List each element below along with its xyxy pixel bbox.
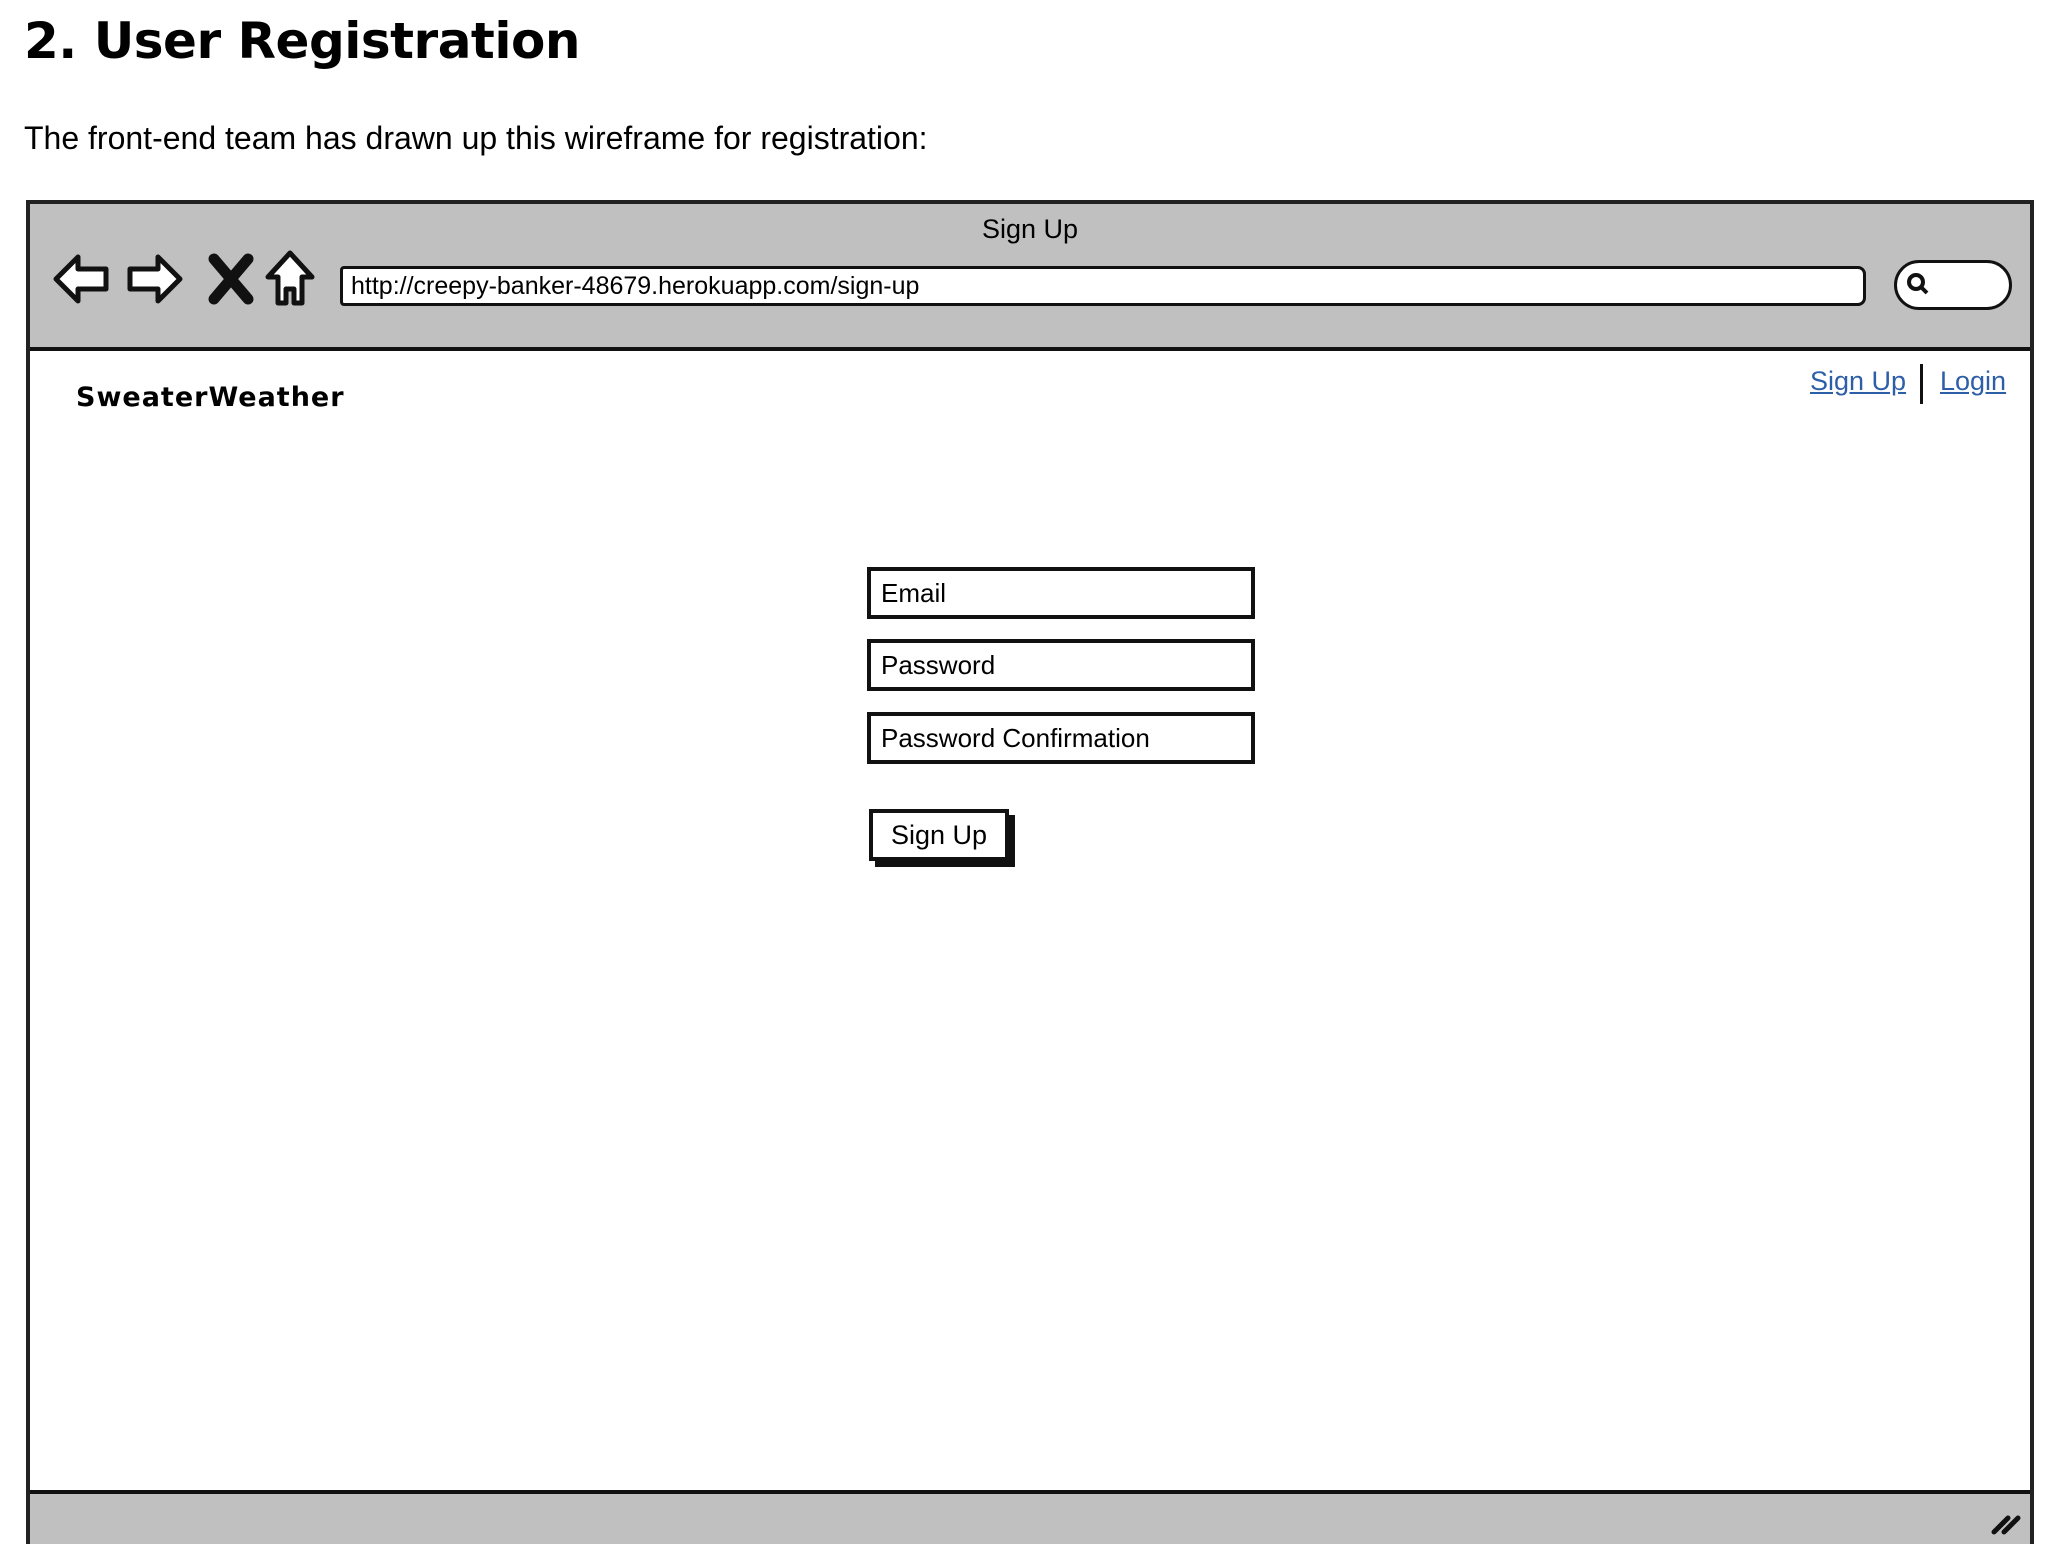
stop-x-icon[interactable] [202, 249, 262, 309]
intro-paragraph: The front-end team has drawn up this wir… [24, 120, 928, 156]
nav-link-sign-up[interactable]: Sign Up [1810, 366, 1906, 397]
nav-link-login[interactable]: Login [1940, 366, 2006, 397]
search-icon [1907, 273, 1929, 295]
section-heading: 2. User Registration [24, 12, 580, 70]
forward-arrow-icon[interactable] [124, 249, 184, 309]
email-field[interactable]: Email [867, 567, 1255, 619]
home-icon[interactable] [260, 249, 320, 309]
url-bar[interactable]: http://creepy-banker-48679.herokuapp.com… [340, 266, 1866, 306]
resize-grip-icon[interactable] [1990, 1506, 2024, 1536]
sign-up-button[interactable]: Sign Up [869, 809, 1009, 861]
nav-separator [1920, 364, 1923, 404]
site-brand: SweaterWeather [76, 382, 345, 413]
back-arrow-icon[interactable] [52, 249, 112, 309]
browser-wireframe: Sign Up http://creepy-banker-48679.herok… [26, 200, 2034, 1544]
browser-toolbar: Sign Up http://creepy-banker-48679.herok… [30, 204, 2030, 351]
window-title: Sign Up [981, 214, 1079, 244]
password-field[interactable]: Password [867, 639, 1255, 691]
password-confirmation-field[interactable]: Password Confirmation [867, 712, 1255, 764]
browser-search-box[interactable] [1894, 260, 2012, 310]
browser-status-bar [30, 1490, 2030, 1544]
